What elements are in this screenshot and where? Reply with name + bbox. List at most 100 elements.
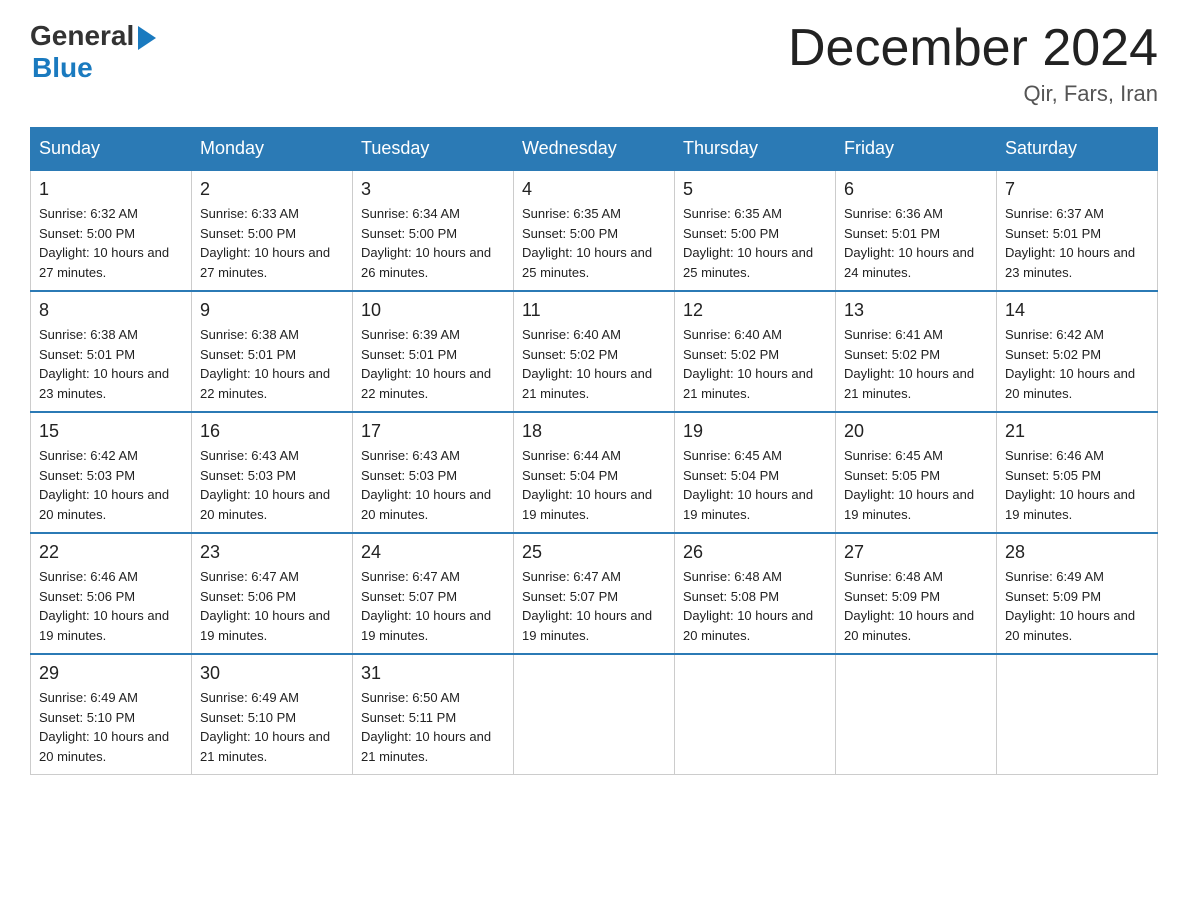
calendar-cell: 28 Sunrise: 6:49 AM Sunset: 5:09 PM Dayl… <box>997 533 1158 654</box>
logo-arrow-icon <box>138 26 156 50</box>
day-info: Sunrise: 6:47 AM Sunset: 5:07 PM Dayligh… <box>361 567 505 645</box>
day-info: Sunrise: 6:38 AM Sunset: 5:01 PM Dayligh… <box>39 325 183 403</box>
day-number: 13 <box>844 300 988 321</box>
day-info: Sunrise: 6:38 AM Sunset: 5:01 PM Dayligh… <box>200 325 344 403</box>
calendar-cell: 10 Sunrise: 6:39 AM Sunset: 5:01 PM Dayl… <box>353 291 514 412</box>
calendar-header-friday: Friday <box>836 128 997 171</box>
day-number: 26 <box>683 542 827 563</box>
day-info: Sunrise: 6:40 AM Sunset: 5:02 PM Dayligh… <box>683 325 827 403</box>
calendar-header-saturday: Saturday <box>997 128 1158 171</box>
title-section: December 2024 Qir, Fars, Iran <box>788 20 1158 107</box>
calendar-cell: 13 Sunrise: 6:41 AM Sunset: 5:02 PM Dayl… <box>836 291 997 412</box>
calendar-cell: 7 Sunrise: 6:37 AM Sunset: 5:01 PM Dayli… <box>997 170 1158 291</box>
day-info: Sunrise: 6:43 AM Sunset: 5:03 PM Dayligh… <box>361 446 505 524</box>
calendar-cell: 22 Sunrise: 6:46 AM Sunset: 5:06 PM Dayl… <box>31 533 192 654</box>
day-number: 12 <box>683 300 827 321</box>
calendar-header-wednesday: Wednesday <box>514 128 675 171</box>
day-number: 30 <box>200 663 344 684</box>
calendar-header-row: SundayMondayTuesdayWednesdayThursdayFrid… <box>31 128 1158 171</box>
week-row-2: 8 Sunrise: 6:38 AM Sunset: 5:01 PM Dayli… <box>31 291 1158 412</box>
day-info: Sunrise: 6:35 AM Sunset: 5:00 PM Dayligh… <box>683 204 827 282</box>
calendar-cell: 2 Sunrise: 6:33 AM Sunset: 5:00 PM Dayli… <box>192 170 353 291</box>
calendar-cell: 23 Sunrise: 6:47 AM Sunset: 5:06 PM Dayl… <box>192 533 353 654</box>
day-info: Sunrise: 6:49 AM Sunset: 5:10 PM Dayligh… <box>39 688 183 766</box>
day-number: 14 <box>1005 300 1149 321</box>
day-info: Sunrise: 6:32 AM Sunset: 5:00 PM Dayligh… <box>39 204 183 282</box>
calendar-header-sunday: Sunday <box>31 128 192 171</box>
day-number: 22 <box>39 542 183 563</box>
day-number: 31 <box>361 663 505 684</box>
calendar-cell: 17 Sunrise: 6:43 AM Sunset: 5:03 PM Dayl… <box>353 412 514 533</box>
calendar-cell: 3 Sunrise: 6:34 AM Sunset: 5:00 PM Dayli… <box>353 170 514 291</box>
day-info: Sunrise: 6:41 AM Sunset: 5:02 PM Dayligh… <box>844 325 988 403</box>
calendar-cell <box>997 654 1158 775</box>
calendar-cell: 30 Sunrise: 6:49 AM Sunset: 5:10 PM Dayl… <box>192 654 353 775</box>
day-number: 2 <box>200 179 344 200</box>
day-number: 1 <box>39 179 183 200</box>
calendar-cell: 9 Sunrise: 6:38 AM Sunset: 5:01 PM Dayli… <box>192 291 353 412</box>
week-row-5: 29 Sunrise: 6:49 AM Sunset: 5:10 PM Dayl… <box>31 654 1158 775</box>
day-number: 19 <box>683 421 827 442</box>
calendar-cell: 15 Sunrise: 6:42 AM Sunset: 5:03 PM Dayl… <box>31 412 192 533</box>
week-row-4: 22 Sunrise: 6:46 AM Sunset: 5:06 PM Dayl… <box>31 533 1158 654</box>
day-number: 8 <box>39 300 183 321</box>
day-info: Sunrise: 6:46 AM Sunset: 5:06 PM Dayligh… <box>39 567 183 645</box>
calendar-header-monday: Monday <box>192 128 353 171</box>
month-title: December 2024 <box>788 20 1158 77</box>
day-number: 27 <box>844 542 988 563</box>
calendar-cell: 14 Sunrise: 6:42 AM Sunset: 5:02 PM Dayl… <box>997 291 1158 412</box>
logo-blue-text: Blue <box>32 52 93 84</box>
day-info: Sunrise: 6:45 AM Sunset: 5:05 PM Dayligh… <box>844 446 988 524</box>
day-number: 11 <box>522 300 666 321</box>
day-number: 7 <box>1005 179 1149 200</box>
calendar-cell: 1 Sunrise: 6:32 AM Sunset: 5:00 PM Dayli… <box>31 170 192 291</box>
week-row-1: 1 Sunrise: 6:32 AM Sunset: 5:00 PM Dayli… <box>31 170 1158 291</box>
day-info: Sunrise: 6:49 AM Sunset: 5:09 PM Dayligh… <box>1005 567 1149 645</box>
day-info: Sunrise: 6:34 AM Sunset: 5:00 PM Dayligh… <box>361 204 505 282</box>
calendar-cell: 27 Sunrise: 6:48 AM Sunset: 5:09 PM Dayl… <box>836 533 997 654</box>
day-number: 28 <box>1005 542 1149 563</box>
day-info: Sunrise: 6:48 AM Sunset: 5:09 PM Dayligh… <box>844 567 988 645</box>
day-info: Sunrise: 6:42 AM Sunset: 5:02 PM Dayligh… <box>1005 325 1149 403</box>
calendar-cell <box>675 654 836 775</box>
day-number: 29 <box>39 663 183 684</box>
day-info: Sunrise: 6:48 AM Sunset: 5:08 PM Dayligh… <box>683 567 827 645</box>
calendar-cell: 26 Sunrise: 6:48 AM Sunset: 5:08 PM Dayl… <box>675 533 836 654</box>
calendar-cell: 12 Sunrise: 6:40 AM Sunset: 5:02 PM Dayl… <box>675 291 836 412</box>
calendar-cell: 19 Sunrise: 6:45 AM Sunset: 5:04 PM Dayl… <box>675 412 836 533</box>
day-info: Sunrise: 6:42 AM Sunset: 5:03 PM Dayligh… <box>39 446 183 524</box>
day-number: 15 <box>39 421 183 442</box>
week-row-3: 15 Sunrise: 6:42 AM Sunset: 5:03 PM Dayl… <box>31 412 1158 533</box>
day-info: Sunrise: 6:45 AM Sunset: 5:04 PM Dayligh… <box>683 446 827 524</box>
location-text: Qir, Fars, Iran <box>788 81 1158 107</box>
day-info: Sunrise: 6:49 AM Sunset: 5:10 PM Dayligh… <box>200 688 344 766</box>
calendar-cell: 21 Sunrise: 6:46 AM Sunset: 5:05 PM Dayl… <box>997 412 1158 533</box>
calendar-table: SundayMondayTuesdayWednesdayThursdayFrid… <box>30 127 1158 775</box>
logo: General Blue <box>30 20 156 84</box>
day-number: 25 <box>522 542 666 563</box>
calendar-header-tuesday: Tuesday <box>353 128 514 171</box>
day-info: Sunrise: 6:50 AM Sunset: 5:11 PM Dayligh… <box>361 688 505 766</box>
day-number: 18 <box>522 421 666 442</box>
day-number: 17 <box>361 421 505 442</box>
calendar-header-thursday: Thursday <box>675 128 836 171</box>
day-info: Sunrise: 6:40 AM Sunset: 5:02 PM Dayligh… <box>522 325 666 403</box>
calendar-cell: 25 Sunrise: 6:47 AM Sunset: 5:07 PM Dayl… <box>514 533 675 654</box>
day-number: 24 <box>361 542 505 563</box>
calendar-cell: 20 Sunrise: 6:45 AM Sunset: 5:05 PM Dayl… <box>836 412 997 533</box>
day-number: 4 <box>522 179 666 200</box>
day-info: Sunrise: 6:44 AM Sunset: 5:04 PM Dayligh… <box>522 446 666 524</box>
day-number: 10 <box>361 300 505 321</box>
calendar-cell: 11 Sunrise: 6:40 AM Sunset: 5:02 PM Dayl… <box>514 291 675 412</box>
calendar-cell: 29 Sunrise: 6:49 AM Sunset: 5:10 PM Dayl… <box>31 654 192 775</box>
calendar-cell: 24 Sunrise: 6:47 AM Sunset: 5:07 PM Dayl… <box>353 533 514 654</box>
day-number: 9 <box>200 300 344 321</box>
day-info: Sunrise: 6:33 AM Sunset: 5:00 PM Dayligh… <box>200 204 344 282</box>
day-number: 23 <box>200 542 344 563</box>
calendar-cell: 18 Sunrise: 6:44 AM Sunset: 5:04 PM Dayl… <box>514 412 675 533</box>
day-number: 20 <box>844 421 988 442</box>
logo-general-text: General <box>30 20 134 52</box>
day-info: Sunrise: 6:43 AM Sunset: 5:03 PM Dayligh… <box>200 446 344 524</box>
calendar-cell: 4 Sunrise: 6:35 AM Sunset: 5:00 PM Dayli… <box>514 170 675 291</box>
day-info: Sunrise: 6:47 AM Sunset: 5:06 PM Dayligh… <box>200 567 344 645</box>
